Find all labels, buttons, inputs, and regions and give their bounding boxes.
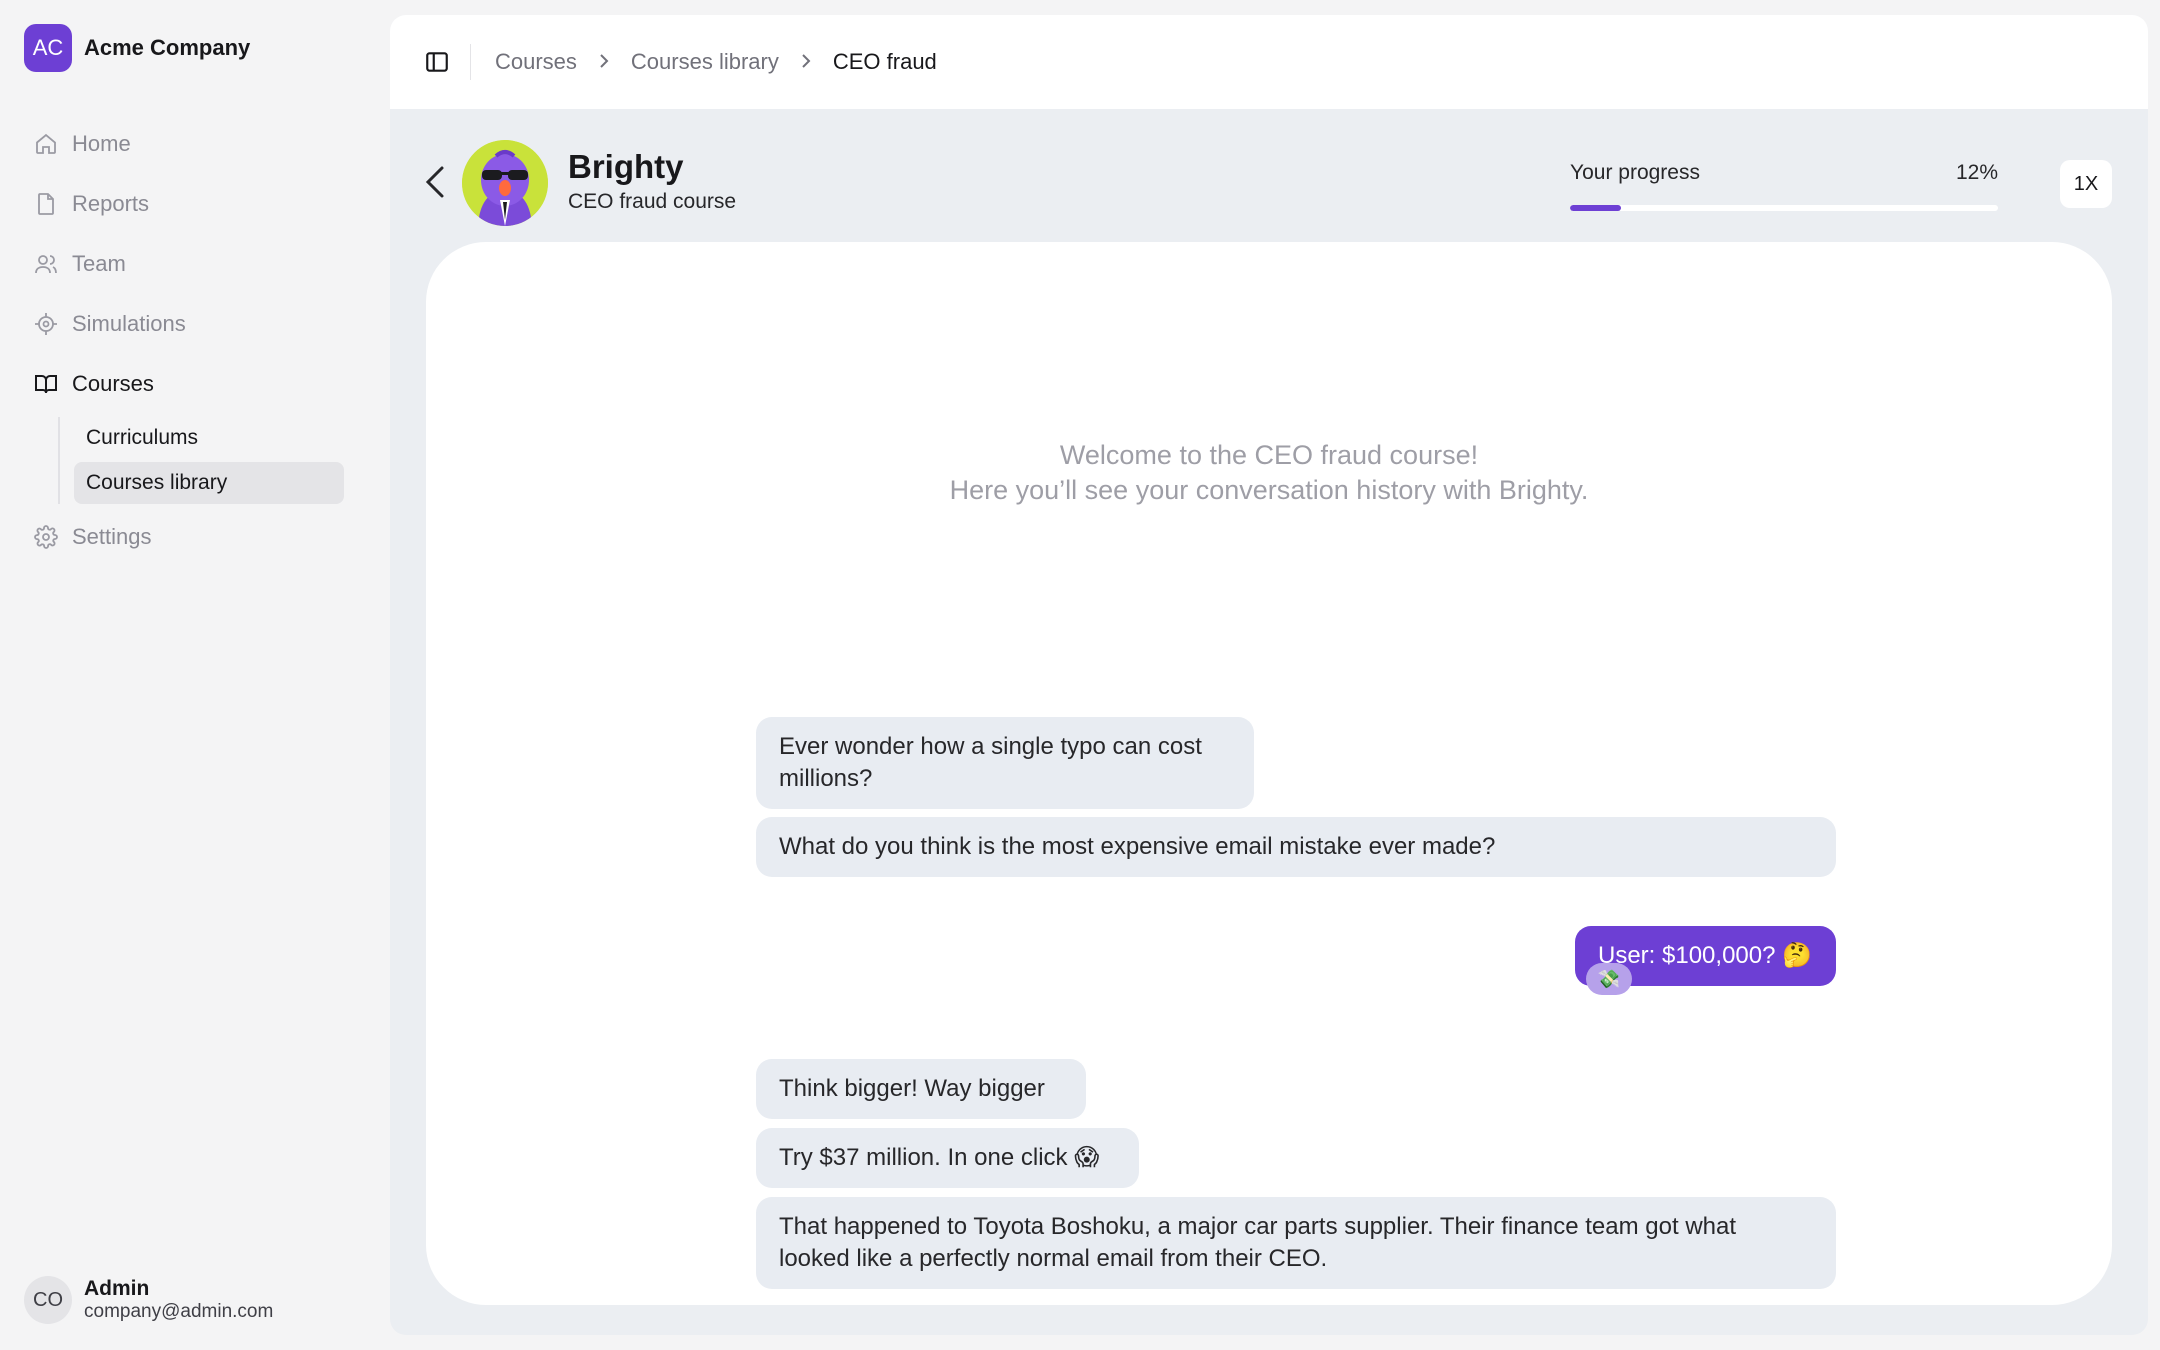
sidebar-item-label: Team — [72, 251, 126, 276]
sidebar-item-label: Courses — [72, 371, 154, 396]
chat-message-bot: What do you think is the most expensive … — [756, 817, 1836, 877]
chat-message-bot: Think bigger! Way bigger — [756, 1059, 1086, 1119]
chat-panel: Welcome to the CEO fraud course! Here yo… — [426, 242, 2112, 1305]
sidebar-toggle-icon[interactable] — [424, 49, 450, 75]
sidebar-item-reports[interactable]: Reports — [32, 174, 332, 234]
company-name: Acme Company — [84, 35, 251, 60]
user-name: Admin — [84, 1277, 150, 1300]
message-reaction[interactable]: 💸 — [1586, 963, 1632, 995]
target-icon — [32, 310, 60, 338]
file-icon — [32, 190, 60, 218]
user-menu[interactable]: CO Admin company@admin.com — [24, 1276, 273, 1324]
sidebar-item-team[interactable]: Team — [32, 234, 332, 294]
avatar: CO — [24, 1276, 72, 1324]
sidebar-item-settings[interactable]: Settings — [32, 507, 332, 567]
progress-bar — [1570, 205, 1998, 211]
chevron-right-icon — [799, 49, 813, 75]
company-logo: AC — [24, 24, 72, 72]
course-subtitle: CEO fraud course — [568, 190, 737, 213]
courses-subnav: Curriculums Courses library — [58, 417, 344, 504]
gear-icon — [32, 523, 60, 551]
sidebar-item-curriculums[interactable]: Curriculums — [74, 417, 344, 459]
bot-avatar — [462, 140, 548, 226]
progress-label: Your progress — [1570, 161, 1700, 184]
breadcrumb: Courses Courses library CEO fraud — [495, 49, 937, 75]
chat-message-bot: That happened to Toyota Boshoku, a major… — [756, 1197, 1836, 1289]
progress-value: 12% — [1955, 161, 1998, 184]
breadcrumb-current: CEO fraud — [832, 49, 937, 74]
playback-speed-button[interactable]: 1X — [2060, 160, 2112, 208]
breadcrumb-courses[interactable]: Courses — [495, 49, 577, 75]
sidebar-item-label: Reports — [72, 191, 150, 216]
main-panel: Courses Courses library CEO fraud Bright… — [390, 15, 2148, 1335]
divider — [470, 44, 471, 80]
home-icon — [32, 130, 60, 158]
sidebar-item-label: Home — [72, 131, 131, 156]
sidebar-item-courses-library[interactable]: Courses library — [74, 462, 344, 504]
chevron-right-icon — [597, 49, 611, 75]
progress-section: Your progress 12% — [1570, 161, 1998, 211]
sidebar-item-home[interactable]: Home — [32, 114, 332, 174]
progress-fill — [1570, 205, 1622, 211]
sidebar-item-label: Simulations — [72, 311, 186, 336]
welcome-line-2: Here you’ll see your conversation histor… — [949, 475, 1589, 505]
bot-name: Brighty — [568, 148, 684, 185]
company-switcher[interactable]: AC Acme Company — [24, 24, 250, 72]
welcome-line-1: Welcome to the CEO fraud course! — [1059, 440, 1479, 470]
chat-message-bot: Ever wonder how a single typo can cost m… — [756, 717, 1254, 809]
sidebar-item-courses[interactable]: Courses — [32, 354, 332, 414]
book-open-icon — [32, 370, 60, 398]
breadcrumb-courses-library[interactable]: Courses library — [631, 49, 779, 75]
sidebar: AC Acme Company Home Reports Team Simula… — [0, 0, 390, 1350]
chevron-left-icon[interactable] — [422, 162, 448, 202]
sidebar-nav: Home Reports Team Simulations Courses Cu… — [32, 114, 344, 567]
sidebar-item-label: Settings — [72, 524, 152, 549]
top-bar: Courses Courses library CEO fraud — [390, 15, 2148, 109]
users-icon — [32, 250, 60, 278]
chat-message-bot: Try $37 million. In one click 😱 — [756, 1128, 1139, 1188]
user-email: company@admin.com — [84, 1301, 274, 1322]
welcome-message: Welcome to the CEO fraud course! Here yo… — [426, 438, 2112, 508]
sidebar-item-simulations[interactable]: Simulations — [32, 294, 332, 354]
